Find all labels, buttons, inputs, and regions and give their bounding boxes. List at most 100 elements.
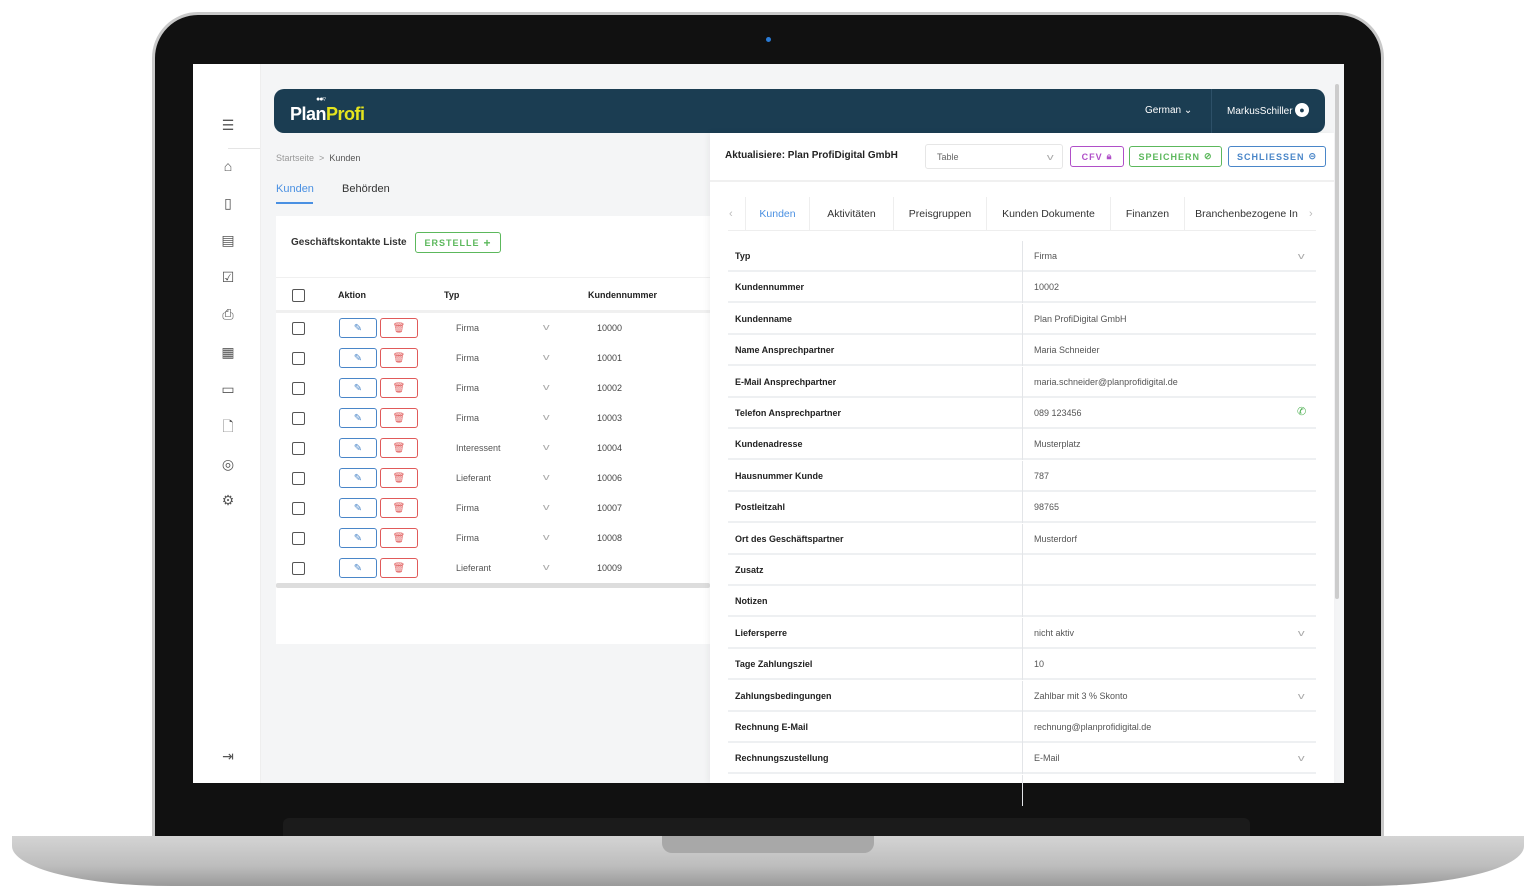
row-checkbox[interactable]: [292, 562, 305, 575]
form-row: Liefersperre nicht aktiv v: [728, 617, 1316, 649]
logout-icon[interactable]: ⇥: [219, 747, 237, 765]
phone-icon[interactable]: ✆: [1297, 405, 1306, 418]
breadcrumb-home[interactable]: Startseite: [276, 153, 314, 163]
laptop-hinge: [283, 818, 1250, 836]
row-typ-select[interactable]: Firma: [456, 383, 479, 393]
breadcrumb: Startseite > Kunden: [276, 153, 360, 163]
close-button[interactable]: SCHLIESSEN ⊝: [1228, 146, 1326, 167]
field-label: Hausnummer Kunde: [735, 470, 824, 481]
row-typ-select[interactable]: Interessent: [456, 443, 501, 453]
menu-icon[interactable]: ☰: [219, 116, 237, 134]
field-value[interactable]: maria.schneider@planprofidigital.de: [1034, 377, 1178, 387]
edit-button[interactable]: ✎: [339, 528, 377, 548]
user-avatar-icon[interactable]: ●: [1295, 103, 1309, 117]
user-name[interactable]: MarkusSchiller: [1227, 106, 1293, 117]
detail-tab[interactable]: Preisgruppen: [893, 197, 986, 230]
row-checkbox[interactable]: [292, 412, 305, 425]
row-checkbox[interactable]: [292, 382, 305, 395]
clipboard-icon[interactable]: ▯: [219, 194, 237, 212]
detail-tab[interactable]: Branchenbezogene In: [1184, 197, 1308, 230]
edit-button[interactable]: ✎: [339, 348, 377, 368]
field-value[interactable]: Musterdorf: [1034, 534, 1077, 544]
delete-button[interactable]: 🗑︎: [380, 558, 418, 578]
chat-icon[interactable]: ▭: [219, 380, 237, 398]
pencil-icon: ✎: [353, 322, 363, 334]
view-select[interactable]: Table v: [925, 144, 1063, 169]
row-typ-select[interactable]: Firma: [456, 503, 479, 513]
laptop-notch: [662, 836, 874, 853]
create-button[interactable]: ERSTELLE +: [415, 232, 501, 253]
edit-button[interactable]: ✎: [339, 468, 377, 488]
row-typ-select[interactable]: Firma: [456, 413, 479, 423]
row-typ-select[interactable]: Lieferant: [456, 563, 491, 573]
row-typ-select[interactable]: Lieferant: [456, 473, 491, 483]
tabs-scroll-left-icon[interactable]: ‹: [729, 208, 733, 220]
field-value[interactable]: Maria Schneider: [1034, 345, 1100, 355]
select-all-checkbox[interactable]: [292, 289, 305, 302]
field-value[interactable]: 10: [1034, 659, 1044, 669]
field-value[interactable]: nicht aktiv: [1034, 628, 1074, 638]
edit-button[interactable]: ✎: [339, 558, 377, 578]
tab-kunden[interactable]: Kunden: [276, 183, 314, 195]
invoice-icon[interactable]: ▤: [219, 231, 237, 249]
delete-button[interactable]: 🗑︎: [380, 318, 418, 338]
row-checkbox[interactable]: [292, 532, 305, 545]
field-label: E-Mail Ansprechpartner: [735, 376, 837, 387]
delete-button[interactable]: 🗑︎: [380, 378, 418, 398]
divider: [1022, 366, 1023, 398]
row-checkbox[interactable]: [292, 472, 305, 485]
row-typ-select[interactable]: Firma: [456, 353, 479, 363]
field-value[interactable]: 787: [1034, 471, 1049, 481]
column-header-typ: Typ: [444, 290, 460, 300]
settings-icon[interactable]: ⚙: [219, 491, 237, 509]
camera: [766, 37, 771, 42]
edit-button[interactable]: ✎: [339, 498, 377, 518]
factory-icon[interactable]: ⌂: [219, 157, 237, 175]
edit-button[interactable]: ✎: [339, 378, 377, 398]
detail-tab[interactable]: Aktivitäten: [809, 197, 893, 230]
tab-behoerden[interactable]: Behörden: [342, 183, 390, 195]
printer-icon[interactable]: ⎙: [219, 305, 237, 323]
save-button[interactable]: SPEICHERN ⊘: [1129, 146, 1222, 167]
row-typ-select[interactable]: Firma: [456, 323, 479, 333]
row-checkbox[interactable]: [292, 352, 305, 365]
vertical-scrollbar[interactable]: [1335, 84, 1339, 599]
horizontal-scrollbar[interactable]: [276, 583, 710, 588]
delete-button[interactable]: 🗑︎: [380, 468, 418, 488]
language-select[interactable]: German ⌄: [1145, 105, 1192, 116]
detail-tab[interactable]: Kunden: [745, 197, 809, 230]
field-value[interactable]: Zahlbar mit 3 % Skonto: [1034, 691, 1128, 701]
edit-button[interactable]: ✎: [339, 408, 377, 428]
field-value[interactable]: Firma: [1034, 251, 1057, 261]
cfv-button[interactable]: CFV 🔒︎: [1070, 146, 1124, 167]
detail-tab[interactable]: Kunden Dokumente: [986, 197, 1110, 230]
globe-icon[interactable]: ◎: [219, 455, 237, 473]
delete-button[interactable]: 🗑︎: [380, 528, 418, 548]
language-label: German: [1145, 105, 1182, 116]
field-value[interactable]: Plan ProfiDigital GmbH: [1034, 314, 1127, 324]
row-checkbox[interactable]: [292, 502, 305, 515]
delete-button[interactable]: 🗑︎: [380, 348, 418, 368]
delete-button[interactable]: 🗑︎: [380, 408, 418, 428]
field-value[interactable]: 98765: [1034, 502, 1059, 512]
document-icon[interactable]: 🗋: [219, 417, 237, 435]
field-value[interactable]: rechnung@planprofidigital.de: [1034, 722, 1151, 732]
calendar-icon[interactable]: ▦: [219, 343, 237, 361]
field-value[interactable]: Musterplatz: [1034, 439, 1081, 449]
edit-button[interactable]: ✎: [339, 318, 377, 338]
detail-tab[interactable]: Finanzen: [1110, 197, 1184, 230]
tabs-scroll-right-icon[interactable]: ›: [1309, 208, 1313, 220]
row-checkbox[interactable]: [292, 442, 305, 455]
clipboard-check-icon[interactable]: ☑: [219, 268, 237, 286]
delete-button[interactable]: 🗑︎: [380, 498, 418, 518]
logo[interactable]: PlanProfi: [290, 104, 365, 125]
field-value[interactable]: E-Mail: [1034, 753, 1060, 763]
lock-icon: 🔒︎: [1106, 151, 1113, 161]
row-kundennummer: 10006: [597, 473, 623, 483]
row-checkbox[interactable]: [292, 322, 305, 335]
delete-button[interactable]: 🗑︎: [380, 438, 418, 458]
row-typ-select[interactable]: Firma: [456, 533, 479, 543]
edit-button[interactable]: ✎: [339, 438, 377, 458]
field-value[interactable]: 089 123456: [1034, 408, 1082, 418]
field-value[interactable]: 10002: [1034, 282, 1059, 292]
